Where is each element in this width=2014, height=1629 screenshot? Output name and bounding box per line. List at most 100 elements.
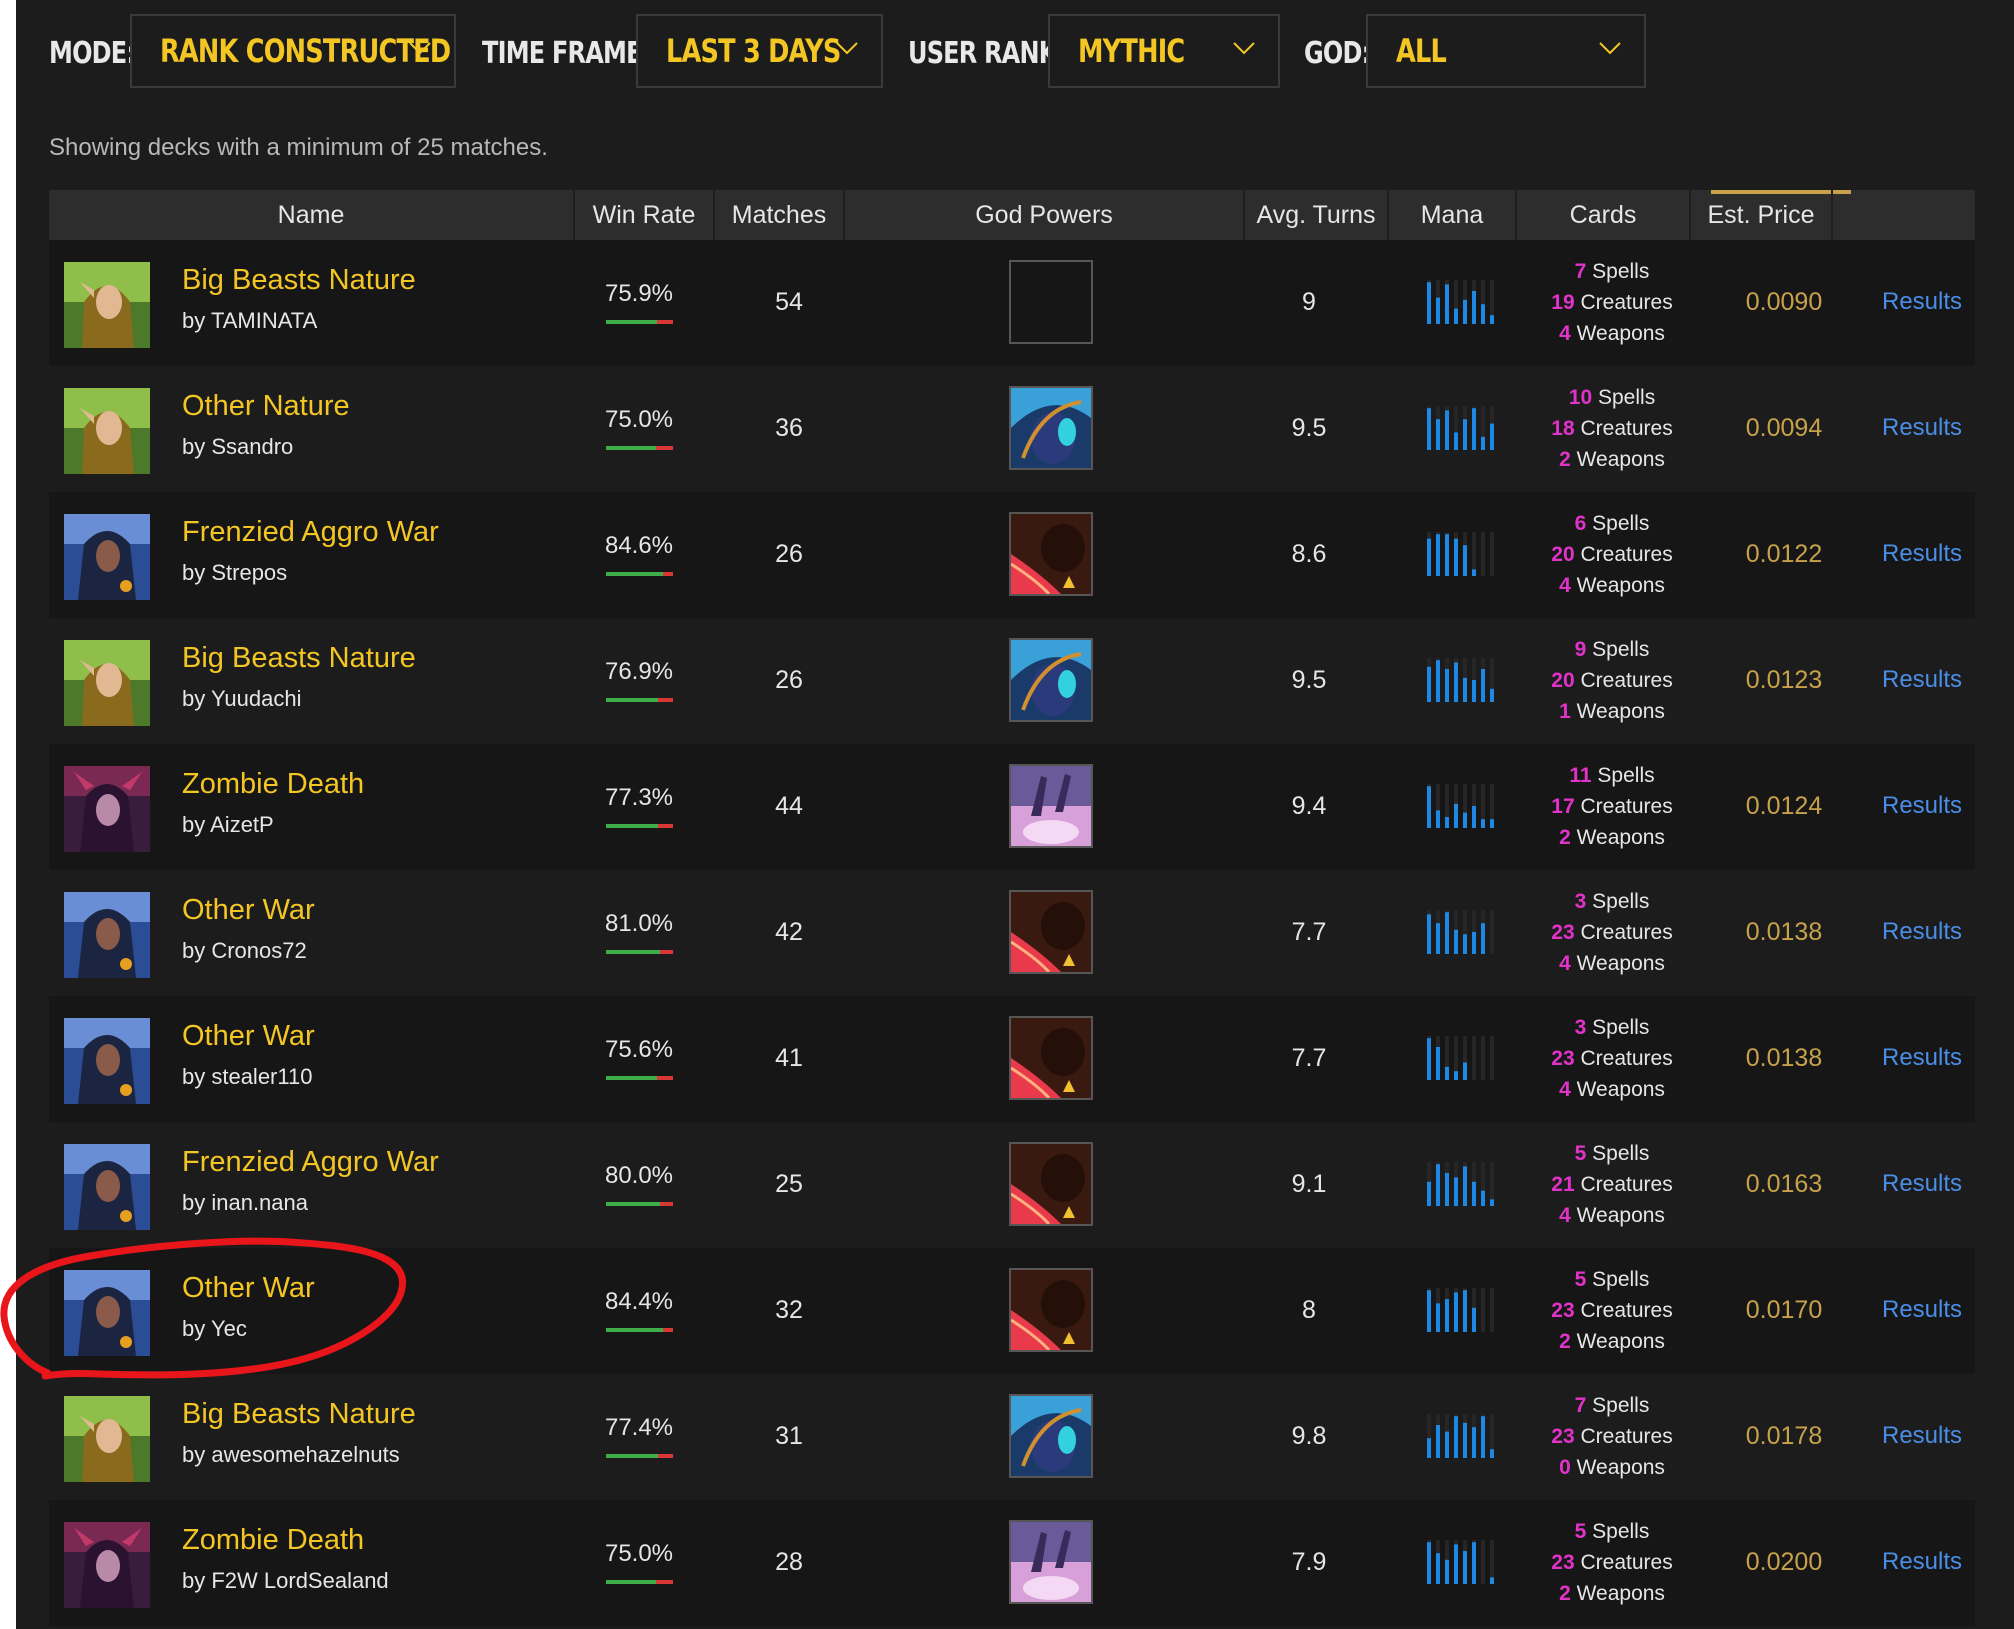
mana-bar (1490, 315, 1494, 324)
spells-label: Spells (1592, 1394, 1650, 1417)
creatures-label: Creatures (1580, 1173, 1673, 1196)
creatures-count: 19 (1551, 291, 1575, 314)
deck-author: by Yuudachi (182, 686, 302, 711)
spells-count: 3 (1574, 1016, 1587, 1039)
time-frame-select[interactable]: LAST 3 DAYS (636, 14, 883, 88)
spells-count-line: 6 Spells (1512, 508, 1712, 539)
card-breakdown: 7 Spells 23 Creatures 0 Weapons (1512, 1390, 1712, 1483)
chevron-down-icon (836, 42, 858, 55)
mana-bar (1454, 1416, 1458, 1458)
spells-count: 7 (1574, 1394, 1587, 1417)
god-power-icon[interactable] (1009, 1142, 1093, 1226)
table-row: Zombie Death by F2W LordSealand 75.0% 28 7.9… (49, 1500, 1975, 1626)
weapons-label: Weapons (1576, 1456, 1665, 1479)
column-cards-header[interactable]: Cards (1517, 190, 1689, 240)
deck-name-link[interactable]: Frenzied Aggro War (182, 1146, 439, 1179)
results-link[interactable]: Results (1867, 414, 1977, 442)
god-select[interactable]: ALL (1366, 14, 1646, 88)
column-god-powers-header[interactable]: God Powers (845, 190, 1243, 240)
mana-curve-chart (1427, 1540, 1499, 1584)
win-rate-bar (606, 320, 673, 324)
mana-bar (1454, 1177, 1458, 1206)
avg-turns-value: 9.5 (1291, 414, 1327, 442)
mana-bar (1445, 1559, 1449, 1584)
matches-value: 26 (775, 540, 803, 568)
column-mana-header[interactable]: Mana (1389, 190, 1515, 240)
deck-name-link[interactable]: Other Nature (182, 390, 350, 423)
est-price-value: 0.0122 (1745, 540, 1823, 568)
deck-name-link[interactable]: Other War (182, 1020, 315, 1053)
avg-turns-value: 7.9 (1291, 1548, 1327, 1576)
results-link[interactable]: Results (1867, 1170, 1977, 1198)
deck-avatar (64, 892, 150, 978)
column-matches-header[interactable]: Matches (715, 190, 843, 240)
creatures-label: Creatures (1580, 1047, 1673, 1070)
god-power-icon[interactable] (1009, 890, 1093, 974)
god-power-icon[interactable] (1009, 1016, 1093, 1100)
deck-name-link[interactable]: Other War (182, 894, 315, 927)
column-est-price-header[interactable]: Est. Price (1691, 190, 1831, 240)
god-power-icon[interactable] (1009, 386, 1093, 470)
mana-bar (1472, 569, 1476, 576)
mana-bar (1454, 803, 1458, 828)
deck-name-link[interactable]: Frenzied Aggro War (182, 516, 439, 549)
results-link[interactable]: Results (1867, 1044, 1977, 1072)
mana-bar (1490, 1577, 1494, 1584)
spells-count-line: 10 Spells (1512, 382, 1712, 413)
deck-name-link[interactable]: Big Beasts Nature (182, 642, 416, 675)
god-power-icon[interactable] (1009, 1268, 1093, 1352)
deck-name-link[interactable]: Big Beasts Nature (182, 264, 416, 297)
deck-name-link[interactable]: Big Beasts Nature (182, 1398, 416, 1431)
creatures-label: Creatures (1580, 1425, 1673, 1448)
god-power-icon[interactable] (1009, 1520, 1093, 1604)
mana-bar (1436, 1047, 1440, 1080)
deck-name-link[interactable]: Zombie Death (182, 768, 364, 801)
mana-bar (1427, 282, 1431, 324)
results-link[interactable]: Results (1867, 792, 1977, 820)
weapons-count: 4 (1559, 574, 1571, 597)
card-breakdown: 9 Spells 20 Creatures 1 Weapons (1512, 634, 1712, 727)
mana-bar (1445, 534, 1449, 576)
god-power-icon[interactable] (1009, 638, 1093, 722)
user-rank-select[interactable]: MYTHIC (1048, 14, 1280, 88)
god-label: GOD: (1304, 36, 1371, 71)
mana-bar (1445, 1173, 1449, 1206)
god-power-icon[interactable] (1009, 764, 1093, 848)
spells-count-line: 5 Spells (1512, 1516, 1712, 1547)
results-link[interactable]: Results (1867, 918, 1977, 946)
results-link[interactable]: Results (1867, 1296, 1977, 1324)
results-link[interactable]: Results (1867, 1548, 1977, 1576)
chevron-down-icon (409, 42, 431, 55)
mana-bar (1436, 1303, 1440, 1332)
mode-select[interactable]: RANK CONSTRUCTED (130, 14, 456, 88)
weapons-count: 4 (1559, 1204, 1571, 1227)
column-avg-turns-header[interactable]: Avg. Turns (1245, 190, 1387, 240)
mana-curve-chart (1427, 406, 1499, 450)
mana-bar (1472, 806, 1476, 828)
win-rate-bar-fill (606, 1454, 658, 1458)
column-name-header[interactable]: Name (49, 190, 573, 240)
mana-bar (1463, 934, 1467, 954)
results-link[interactable]: Results (1867, 288, 1977, 316)
mana-curve-chart (1427, 1414, 1499, 1458)
table-row: Frenzied Aggro War by inan.nana 80.0% 25 9.1… (49, 1122, 1975, 1248)
weapons-label: Weapons (1576, 952, 1665, 975)
results-link[interactable]: Results (1867, 666, 1977, 694)
creatures-count-line: 23 Creatures (1512, 1421, 1712, 1452)
spells-count: 7 (1574, 260, 1587, 283)
results-link[interactable]: Results (1867, 540, 1977, 568)
weapons-label: Weapons (1576, 1204, 1665, 1227)
deck-name-link[interactable]: Zombie Death (182, 1524, 364, 1557)
results-link[interactable]: Results (1867, 1422, 1977, 1450)
god-power-icon[interactable] (1009, 1394, 1093, 1478)
creatures-label: Creatures (1580, 1299, 1673, 1322)
god-power-icon[interactable] (1009, 260, 1093, 344)
mana-curve-chart (1427, 532, 1499, 576)
god-power-icon[interactable] (1009, 512, 1093, 596)
mana-bar (1436, 534, 1440, 576)
column-win-rate-header[interactable]: Win Rate (575, 190, 713, 240)
mana-bar (1427, 1181, 1431, 1206)
avg-turns-value: 9.8 (1291, 1422, 1327, 1450)
spells-label: Spells (1598, 386, 1656, 409)
win-rate-bar (606, 1454, 673, 1458)
